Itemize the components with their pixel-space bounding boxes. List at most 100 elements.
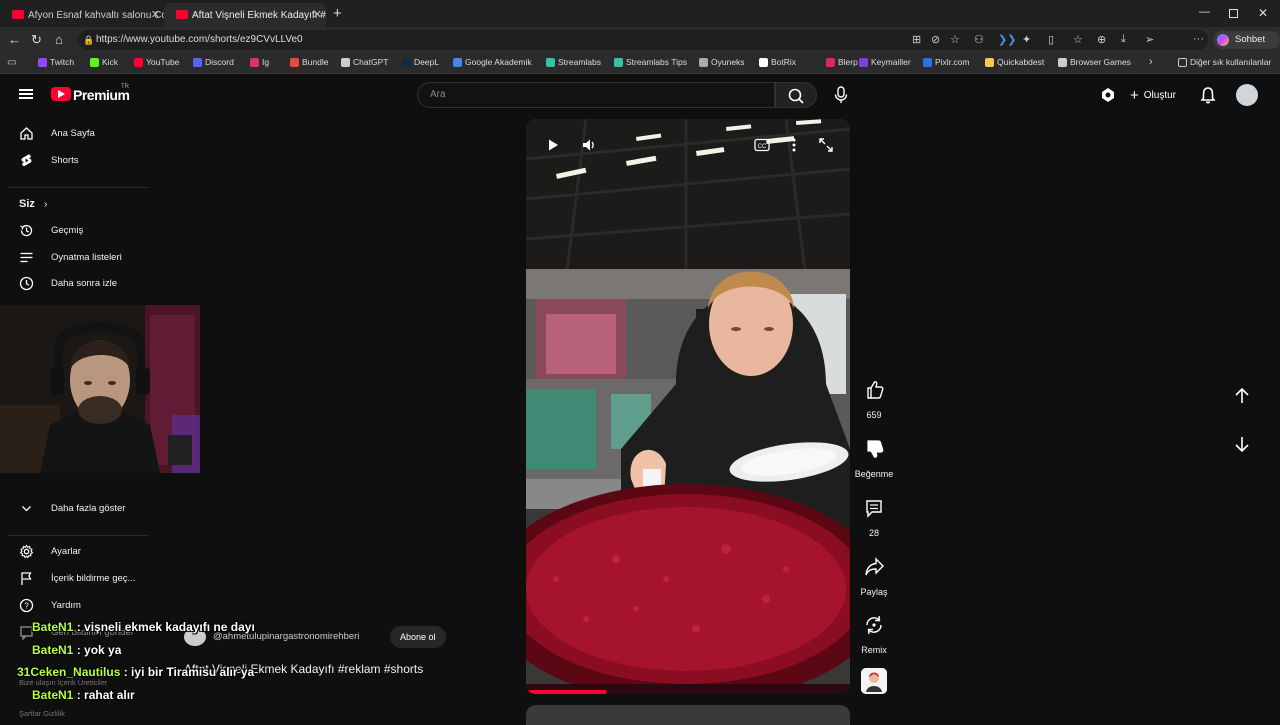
bookmark-item[interactable]: Quickabdest xyxy=(985,57,1044,67)
brand-country: TR xyxy=(121,84,129,90)
bookmark-item[interactable]: Google Akademik xyxy=(453,57,532,67)
address-bar[interactable]: 🔒 https://www.youtube.com/shorts/ez9CVvL… xyxy=(78,30,1208,50)
search-input[interactable]: Ara xyxy=(417,82,775,108)
sidebar-item-watch-later[interactable]: Daha sonra izle xyxy=(0,272,150,296)
arrow-down-icon[interactable] xyxy=(1230,432,1254,456)
extension-icon[interactable]: ❯❯ xyxy=(998,33,1016,46)
sidebar-item-playlists[interactable]: Oynatma listeleri xyxy=(0,246,150,270)
browser-tab[interactable]: Afyon Esnaf kahvaltı salonu Coğraf ✕ xyxy=(0,3,164,27)
restore-icon[interactable] xyxy=(1229,9,1238,18)
sidebar-item-settings[interactable]: Ayarlar xyxy=(0,540,150,564)
account-avatar[interactable] xyxy=(1236,84,1258,106)
other-favorites[interactable]: Diğer sık kullanılanlar xyxy=(1178,57,1271,67)
subscribe-button[interactable]: Abone ol xyxy=(390,626,446,648)
show-more-button[interactable]: Daha fazla göster xyxy=(0,497,150,521)
fullscreen-icon[interactable] xyxy=(818,137,834,153)
bookmark-item[interactable]: Discord xyxy=(193,57,234,67)
favorite-star-icon[interactable]: ☆ xyxy=(950,33,960,46)
extensions-icon[interactable]: ✦ xyxy=(1022,33,1031,46)
bookmark-item[interactable]: Streamlabs xyxy=(546,57,601,67)
site-info-icon[interactable]: 🔒 xyxy=(83,30,94,50)
new-tab-icon[interactable]: + xyxy=(333,5,342,22)
hamburger-menu-icon[interactable] xyxy=(19,89,33,99)
search-button[interactable] xyxy=(775,82,817,108)
install-app-icon[interactable]: ⊞ xyxy=(912,33,921,46)
browser-tab-active[interactable]: Aftat Vişneli Ekmek Kadayıfı # ✕ xyxy=(164,3,326,27)
bookmark-item[interactable]: Kick xyxy=(90,57,118,67)
comments-button[interactable]: 28 xyxy=(853,491,895,538)
sidebar-item-label: Oynatma listeleri xyxy=(51,252,122,263)
close-window-icon[interactable]: ✕ xyxy=(1258,6,1268,20)
bookmark-item[interactable]: Oyuneks xyxy=(699,57,745,67)
bookmark-item[interactable]: Streamlabs Tips xyxy=(614,57,687,67)
bookmark-item[interactable]: BotRix xyxy=(759,57,796,67)
bookmark-item[interactable]: Blerp xyxy=(826,57,858,67)
url-text: https://www.youtube.com/shorts/ez9CVvLLV… xyxy=(96,34,303,45)
bookmark-item[interactable]: YouTube xyxy=(134,57,179,67)
captions-icon[interactable]: CC xyxy=(754,138,770,152)
notifications-bell-icon[interactable] xyxy=(1200,86,1216,104)
channel-sound-thumbnail[interactable] xyxy=(861,668,887,694)
back-icon[interactable]: ← xyxy=(8,32,21,47)
youtube-logo[interactable] xyxy=(51,87,71,101)
more-vertical-icon[interactable] xyxy=(790,137,798,153)
sidebar-item-help[interactable]: ? Yardım xyxy=(0,594,150,618)
bookmark-favicon-icon xyxy=(402,58,411,67)
remix-button[interactable]: Remix xyxy=(853,608,895,655)
sidebar-item-label: Ayarlar xyxy=(51,546,81,557)
bookmarks-overflow-icon[interactable]: › xyxy=(1149,56,1153,68)
bookmark-favicon-icon xyxy=(453,58,462,67)
favorites-icon[interactable]: ☆ xyxy=(1073,33,1083,46)
bookmark-item[interactable]: DeepL xyxy=(402,57,439,67)
close-tab-icon[interactable]: ✕ xyxy=(313,8,322,21)
sidebar-item-history[interactable]: Geçmiş xyxy=(0,219,150,243)
bookmark-item[interactable]: Twitch xyxy=(38,57,74,67)
volume-icon[interactable] xyxy=(581,137,597,153)
create-label: Oluştur xyxy=(1143,90,1176,101)
footer-line[interactable]: Şartlar Gizlilik xyxy=(19,709,107,719)
extension-gamepad-icon[interactable]: ⚇ xyxy=(974,33,984,46)
downloads-icon[interactable]: ⤓ xyxy=(1121,33,1126,46)
reload-icon[interactable]: ↻ xyxy=(31,32,42,48)
chat-text: : rahat alır xyxy=(73,688,135,702)
sidebar-item-shorts[interactable]: Shorts xyxy=(0,149,150,173)
svg-text:?: ? xyxy=(24,602,29,611)
copilot-button[interactable]: Sohbet et xyxy=(1213,31,1280,63)
dislike-button[interactable]: Beğenme xyxy=(853,432,895,479)
thumbs-down-icon xyxy=(867,440,884,458)
home-icon[interactable]: ⌂ xyxy=(55,32,63,47)
bookmark-item[interactable]: ChatGPT xyxy=(341,57,388,67)
microphone-icon[interactable] xyxy=(833,86,849,104)
chat-message: 31Ceken_Nautilus : iyi bir Tiramisu alır… xyxy=(17,665,254,679)
share-browser-icon[interactable]: ➢ xyxy=(1145,33,1154,46)
close-tab-icon[interactable]: ✕ xyxy=(151,8,160,21)
bookmark-item[interactable]: Keymailler xyxy=(859,57,911,67)
sidebar-toggle-icon[interactable]: ▭ xyxy=(7,57,16,68)
chat-text: : vişneli ekmek kadayıfı ne dayı xyxy=(73,620,255,634)
more-options-icon[interactable]: ··· xyxy=(1193,33,1204,45)
you-section-heading[interactable]: Siz › xyxy=(19,198,47,210)
bookmark-favicon-icon xyxy=(699,58,708,67)
share-button[interactable]: Paylaş xyxy=(853,550,895,597)
arrow-up-icon[interactable] xyxy=(1230,384,1254,408)
bookmark-item[interactable]: Pixlr.com xyxy=(923,57,969,67)
like-button[interactable]: 659 xyxy=(853,373,895,420)
bookmark-favicon-icon xyxy=(826,58,835,67)
sidebar-item-report-history[interactable]: İçerik bildirme geç... xyxy=(0,567,150,591)
create-button[interactable]: + Oluştur xyxy=(1130,87,1176,104)
bookmarks-bar: ▭ Twitch Kick YouTube Discord Ig Bundle ChatGP… xyxy=(0,53,1280,74)
tracking-icon[interactable]: ⊘ xyxy=(931,33,940,46)
collections-icon[interactable]: ⊕ xyxy=(1097,33,1106,46)
split-screen-icon[interactable]: ▯ xyxy=(1048,33,1054,46)
play-icon[interactable] xyxy=(546,138,560,152)
bookmark-item[interactable]: Bundle xyxy=(290,57,328,67)
sidebar-item-home[interactable]: Ana Sayfa xyxy=(0,122,150,146)
next-short-preview[interactable] xyxy=(526,705,850,725)
shorts-video-player[interactable]: CC xyxy=(526,119,850,694)
bookmark-item[interactable]: Ig xyxy=(250,57,269,67)
footer-line[interactable]: Bize ulaşın İçerik Üreticiler xyxy=(19,678,107,688)
bookmark-item[interactable]: Browser Games xyxy=(1058,57,1131,67)
minimize-icon[interactable]: — xyxy=(1199,6,1210,18)
studio-icon[interactable] xyxy=(1100,87,1116,103)
chat-message: BateN1 : vişneli ekmek kadayıfı ne dayı xyxy=(32,620,255,634)
